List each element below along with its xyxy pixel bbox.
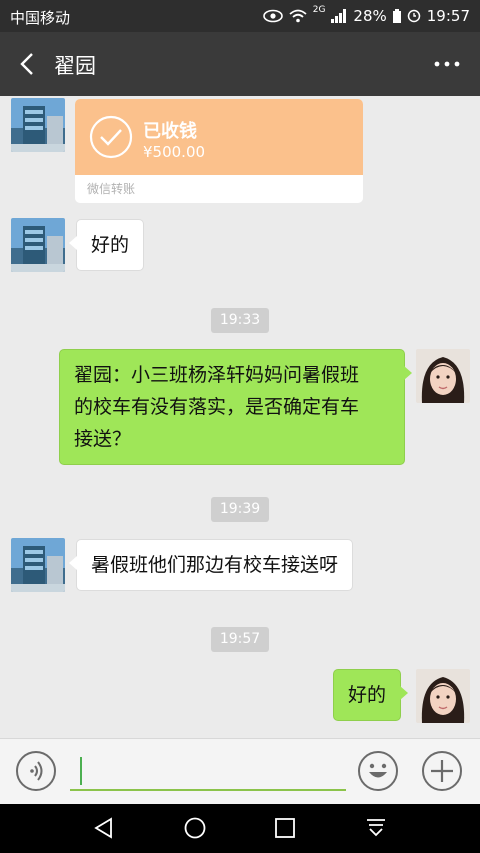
more-functions-button[interactable]	[422, 751, 462, 791]
contact-avatar[interactable]	[11, 98, 65, 152]
message-line: 的校车有没有落实，是否确定有车	[74, 396, 360, 418]
battery-percent: 28%	[353, 7, 387, 25]
message-input[interactable]	[70, 753, 346, 791]
transfer-footer: 微信转账	[87, 182, 136, 196]
input-bar	[0, 738, 480, 805]
emoji-button[interactable]	[358, 751, 398, 791]
battery-icon	[392, 9, 401, 23]
message-text: 暑假班他们那边有校车接送呀	[91, 554, 339, 576]
contact-avatar[interactable]	[11, 538, 65, 592]
status-bar: 中国移动 2G 28% 19:57	[0, 0, 480, 32]
transfer-card[interactable]: 已收钱 ¥500.00 微信转账	[75, 99, 363, 203]
emoji-icon	[369, 763, 387, 778]
back-arrow-icon[interactable]	[14, 50, 42, 78]
outgoing-message[interactable]: 翟园：小三班杨泽轩妈妈问暑假班 的校车有没有落实，是否确定有车 接送？	[59, 349, 412, 465]
transfer-amount: ¥500.00	[143, 143, 206, 161]
voice-icon	[30, 761, 43, 781]
chat-header: 翟园	[0, 32, 480, 96]
my-avatar[interactable]	[416, 349, 470, 403]
transfer-status: 已收钱	[143, 121, 197, 142]
signal-icon	[331, 9, 347, 23]
message-line: 接送？	[74, 428, 132, 450]
message-line: 翟园：小三班杨泽轩妈妈问暑假班	[74, 364, 360, 386]
chat-title: 翟园	[54, 54, 96, 78]
eye-icon	[262, 9, 283, 23]
message-list[interactable]: 已收钱 ¥500.00 微信转账 好的 19:33 翟园：小三班杨泽轩妈妈问暑假…	[0, 96, 480, 738]
timestamp: 19:57	[211, 627, 269, 652]
outgoing-message[interactable]: 好的	[333, 669, 409, 721]
my-avatar[interactable]	[416, 669, 470, 723]
check-circle-icon	[89, 115, 133, 159]
more-dots-icon[interactable]	[432, 52, 462, 76]
nav-home-icon[interactable]	[183, 816, 207, 840]
incoming-message[interactable]: 好的	[68, 219, 145, 271]
timestamp: 19:33	[211, 308, 269, 333]
voice-button[interactable]	[16, 751, 56, 791]
network-type-label: 2G	[312, 5, 326, 15]
status-time: 19:57	[426, 7, 470, 25]
carrier-label: 中国移动	[10, 9, 71, 27]
text-cursor	[80, 757, 82, 785]
nav-recent-icon[interactable]	[273, 816, 297, 840]
nav-back-icon[interactable]	[92, 816, 116, 840]
timestamp: 19:39	[211, 497, 269, 522]
message-text: 好的	[348, 684, 387, 706]
contact-avatar[interactable]	[11, 218, 65, 272]
wifi-icon	[289, 9, 307, 23]
nav-hide-keyboard-icon[interactable]	[364, 816, 388, 840]
plus-icon	[431, 760, 453, 782]
message-text: 好的	[91, 234, 130, 256]
system-nav-bar	[0, 804, 480, 853]
alarm-icon	[407, 9, 421, 23]
incoming-message[interactable]: 暑假班他们那边有校车接送呀	[68, 539, 354, 591]
